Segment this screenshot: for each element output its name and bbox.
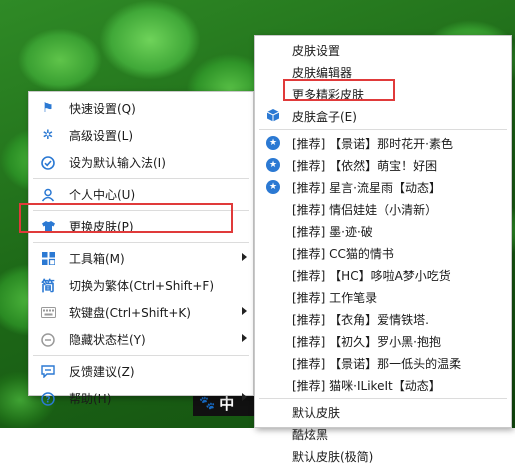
person-icon <box>40 187 56 203</box>
recommended-skin-item[interactable]: ★ [推荐] 星言·流星雨【动态】 <box>255 176 511 198</box>
more-skins-item[interactable]: 更多精彩皮肤 <box>255 83 511 105</box>
menu-item-label: 帮助(H) <box>69 392 112 406</box>
menu-item-label: [推荐] CC猫的情书 <box>292 246 394 261</box>
menu-item-label: 更多精彩皮肤 <box>292 87 365 102</box>
default-skin-item[interactable]: 默认皮肤 <box>255 401 511 423</box>
minus-circle-icon <box>40 332 56 348</box>
skin-box-item[interactable]: 皮肤盒子(E) <box>255 105 511 127</box>
menu-item-label: [推荐] 【景诺】那时花开·素色 <box>292 136 453 151</box>
recommended-skin-item[interactable]: [推荐] 工作笔录 <box>255 286 511 308</box>
menu-item-feedback[interactable]: 反馈建议(Z) <box>29 358 253 385</box>
menu-divider <box>259 129 507 130</box>
menu-divider <box>33 210 249 211</box>
menu-item-traditional[interactable]: 简 切换为繁体(Ctrl+Shift+F) <box>29 272 253 299</box>
menu-item-label: 切换为繁体(Ctrl+Shift+F) <box>69 279 215 293</box>
flag-icon: ⚑ <box>42 101 54 116</box>
recommended-skin-item[interactable]: [推荐] 【初久】罗小黑·抱抱 <box>255 330 511 352</box>
menu-item-label: 默认皮肤(极简) <box>292 449 374 464</box>
menu-item-label: 皮肤设置 <box>292 43 341 58</box>
menu-item-label: 隐藏状态栏(Y) <box>69 333 146 347</box>
shirt-icon <box>40 219 56 235</box>
menu-item-advanced-settings[interactable]: ✲ 高级设置(L) <box>29 122 253 149</box>
menu-divider <box>259 398 507 399</box>
menu-item-label: 皮肤编辑器 <box>292 65 353 80</box>
menu-item-label: 更换皮肤(P) <box>69 220 134 234</box>
menu-item-label: 设为默认输入法(I) <box>69 156 166 170</box>
menu-item-hide-statusbar[interactable]: 隐藏状态栏(Y) <box>29 326 253 353</box>
recommended-skin-item[interactable]: [推荐] 猫咪·ILikeIt【动态】 <box>255 374 511 396</box>
menu-item-label: [推荐] 墨·迹·破 <box>292 224 373 239</box>
menu-item-label: [推荐] 工作笔录 <box>292 290 378 305</box>
menu-item-label: [推荐] 【HC】哆啦A梦小吃货 <box>292 268 451 283</box>
check-circle-icon <box>40 155 56 171</box>
menu-item-label: [推荐] 星言·流星雨【动态】 <box>292 180 441 195</box>
menu-item-label: [推荐] 【依然】萌宝！好困 <box>292 158 438 173</box>
menu-item-label: [推荐] 情侣娃娃（小清新） <box>292 202 438 217</box>
menu-item-label: 快速设置(Q) <box>69 102 136 116</box>
menu-item-set-default[interactable]: 设为默认输入法(I) <box>29 149 253 176</box>
menu-item-label: [推荐] 【景诺】那一低头的温柔 <box>292 356 462 371</box>
recommended-skin-item[interactable]: [推荐] 【衣角】爱情铁塔. <box>255 308 511 330</box>
menu-item-label: [推荐] 【衣角】爱情铁塔. <box>292 312 429 327</box>
ime-context-menu: ⚑ 快速设置(Q) ✲ 高级设置(L) 设为默认输入法(I) 个人中心(U) 更… <box>28 91 254 406</box>
feedback-icon <box>40 364 56 380</box>
menu-item-label: [推荐] 【初久】罗小黑·抱抱 <box>292 334 441 349</box>
menu-item-label: 个人中心(U) <box>69 188 136 202</box>
menu-divider <box>33 242 249 243</box>
skin-editor-item[interactable]: 皮肤编辑器 <box>255 61 511 83</box>
recommended-skin-item[interactable]: [推荐] 【HC】哆啦A梦小吃货 <box>255 264 511 286</box>
gear-icon: ✲ <box>42 128 54 143</box>
menu-item-label: 反馈建议(Z) <box>69 365 135 379</box>
menu-item-label: 工具箱(M) <box>69 252 125 266</box>
submenu-arrow-icon <box>242 253 247 261</box>
menu-item-toolbox[interactable]: 工具箱(M) <box>29 245 253 272</box>
menu-item-label: 高级设置(L) <box>69 129 134 143</box>
help-icon: ? <box>40 391 56 407</box>
menu-item-change-skin[interactable]: 更换皮肤(P) <box>29 213 253 240</box>
recommended-skin-item[interactable]: [推荐] 墨·迹·破 <box>255 220 511 242</box>
grid-icon <box>40 251 56 267</box>
submenu-arrow-icon <box>242 393 247 401</box>
recommended-skin-item[interactable]: [推荐] 情侣娃娃（小清新） <box>255 198 511 220</box>
skin-settings-item[interactable]: 皮肤设置 <box>255 39 511 61</box>
menu-item-label: 皮肤盒子(E) <box>292 109 357 124</box>
menu-item-label: [推荐] 猫咪·ILikeIt【动态】 <box>292 378 441 393</box>
menu-item-label: 软键盘(Ctrl+Shift+K) <box>69 306 191 320</box>
star-badge-icon: ★ <box>266 136 280 150</box>
traditional-char-icon: 简 <box>41 278 55 295</box>
cube-icon <box>266 108 280 122</box>
menu-item-quick-settings[interactable]: ⚑ 快速设置(Q) <box>29 95 253 122</box>
menu-item-personal-center[interactable]: 个人中心(U) <box>29 181 253 208</box>
skin-submenu: 皮肤设置 皮肤编辑器 更多精彩皮肤 皮肤盒子(E) ★ [推荐] 【景诺】那时花开… <box>254 35 512 464</box>
menu-item-help[interactable]: ? 帮助(H) <box>29 385 253 412</box>
cool-black-skin-item[interactable]: 酷炫黑 <box>255 423 511 445</box>
menu-divider <box>33 355 249 356</box>
star-badge-icon: ★ <box>266 180 280 194</box>
svg-text:?: ? <box>45 395 50 405</box>
recommended-skin-item[interactable]: ★ [推荐] 【景诺】那时花开·素色 <box>255 132 511 154</box>
menu-item-soft-keyboard[interactable]: 软键盘(Ctrl+Shift+K) <box>29 299 253 326</box>
recommended-skin-item[interactable]: [推荐] 【景诺】那一低头的温柔 <box>255 352 511 374</box>
keyboard-icon <box>40 305 56 321</box>
menu-item-label: 默认皮肤 <box>292 405 341 420</box>
menu-divider <box>33 178 249 179</box>
default-minimal-skin-item[interactable]: 默认皮肤(极简) <box>255 445 511 467</box>
star-badge-icon: ★ <box>266 158 280 172</box>
submenu-arrow-icon <box>242 307 247 315</box>
menu-item-label: 酷炫黑 <box>292 427 329 442</box>
recommended-skin-item[interactable]: [推荐] CC猫的情书 <box>255 242 511 264</box>
recommended-skin-item[interactable]: ★ [推荐] 【依然】萌宝！好困 <box>255 154 511 176</box>
submenu-arrow-icon <box>242 334 247 342</box>
